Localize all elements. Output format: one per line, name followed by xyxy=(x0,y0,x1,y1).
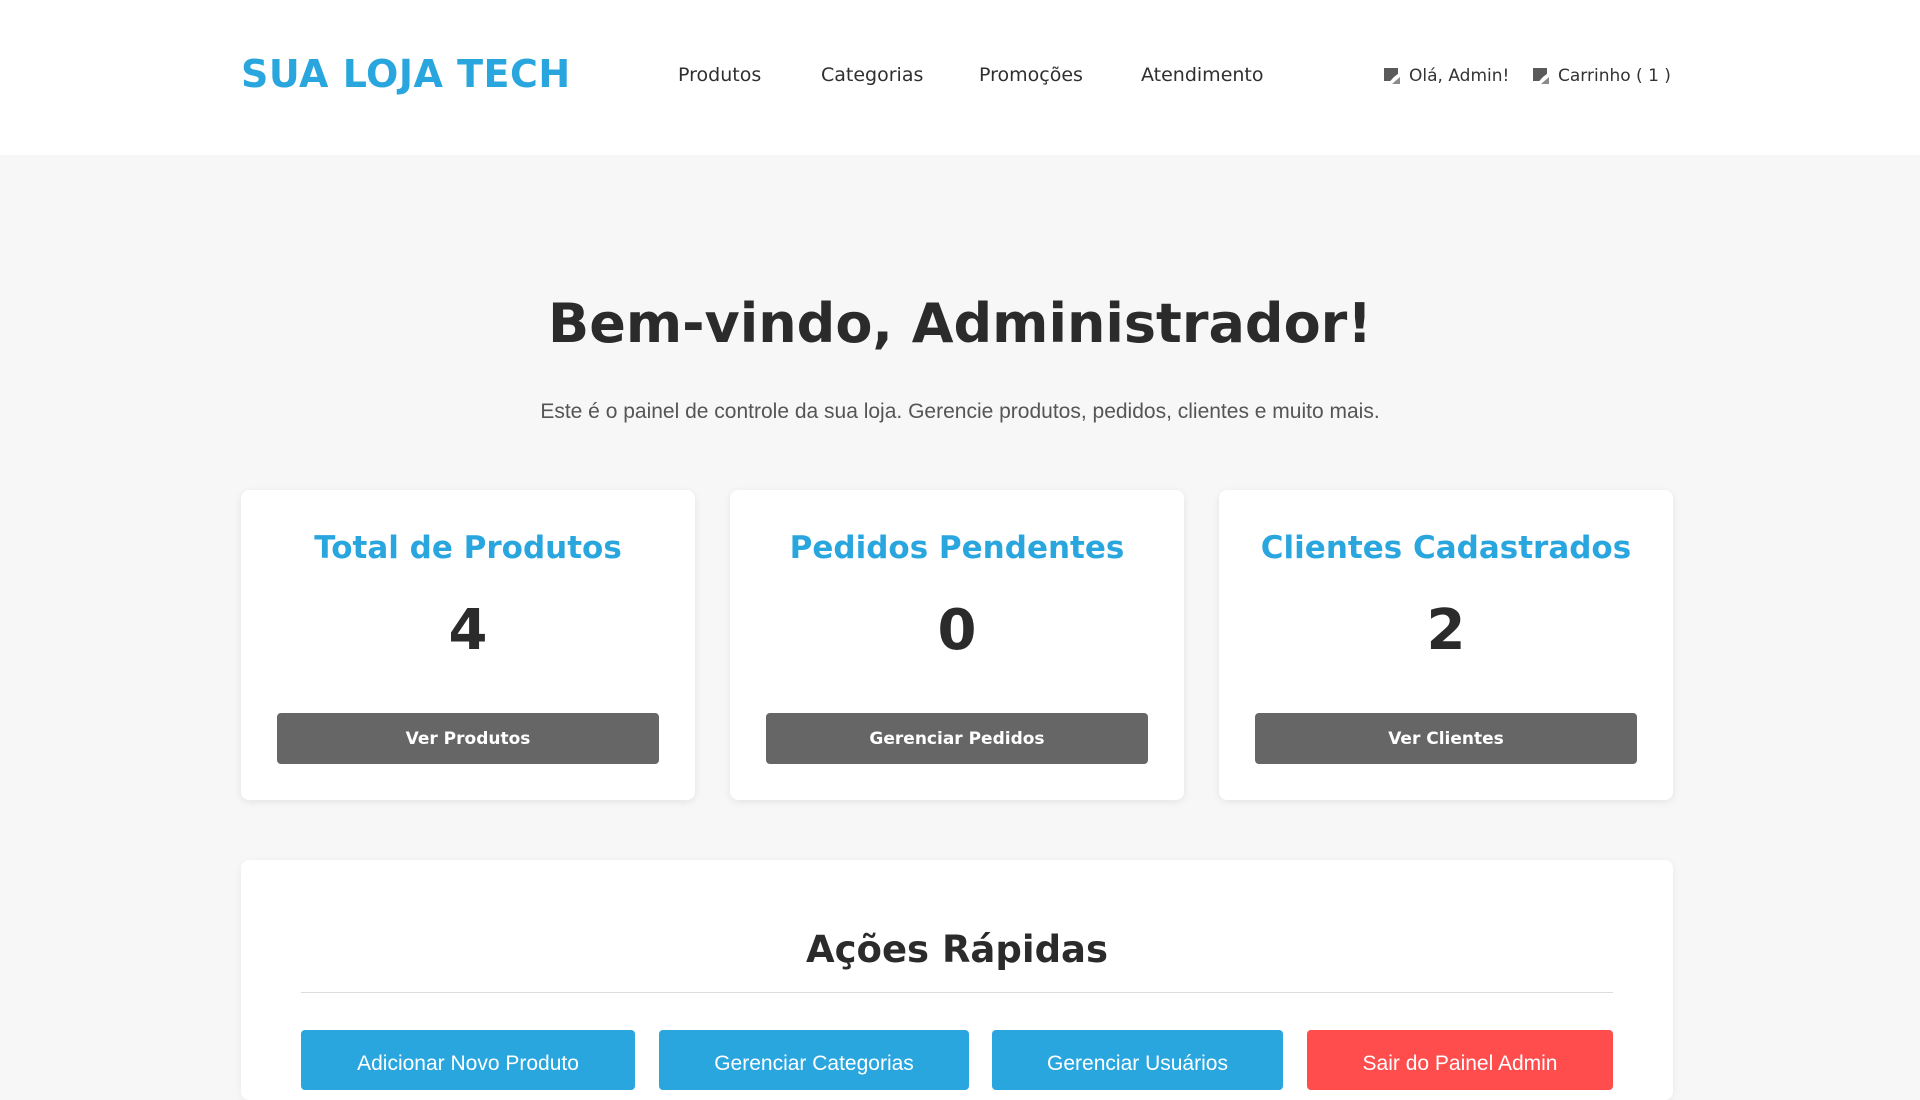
cart-label: Carrinho ( 1 ) xyxy=(1558,66,1671,86)
manage-users-button[interactable]: Gerenciar Usuários xyxy=(992,1030,1283,1090)
logout-admin-button[interactable]: Sair do Painel Admin xyxy=(1307,1030,1613,1090)
add-product-button[interactable]: Adicionar Novo Produto xyxy=(301,1030,635,1090)
quick-actions-panel: Ações Rápidas Adicionar Novo Produto Ger… xyxy=(241,860,1673,1100)
user-icon xyxy=(1383,67,1401,85)
gerenciar-pedidos-button[interactable]: Gerenciar Pedidos xyxy=(766,713,1148,764)
nav-item-produtos[interactable]: Produtos xyxy=(678,64,761,86)
stat-card-value: 2 xyxy=(1426,598,1466,663)
cart-link[interactable]: Carrinho ( 1 ) xyxy=(1532,66,1671,86)
stat-card-title: Pedidos Pendentes xyxy=(789,530,1125,566)
stat-card-pedidos: Pedidos Pendentes 0 Gerenciar Pedidos xyxy=(730,490,1184,800)
page-title: Bem-vindo, Administrador! xyxy=(548,292,1372,355)
user-greeting: Olá, Admin! xyxy=(1409,66,1510,86)
nav-item-categorias[interactable]: Categorias xyxy=(821,64,923,86)
user-account-link[interactable]: Olá, Admin! xyxy=(1383,66,1509,86)
ver-clientes-button[interactable]: Ver Clientes xyxy=(1255,713,1637,764)
stat-card-produtos: Total de Produtos 4 Ver Produtos xyxy=(241,490,695,800)
nav-item-atendimento[interactable]: Atendimento xyxy=(1141,64,1264,86)
stat-card-clientes: Clientes Cadastrados 2 Ver Clientes xyxy=(1219,490,1673,800)
manage-categories-button[interactable]: Gerenciar Categorias xyxy=(659,1030,969,1090)
stat-card-value: 0 xyxy=(937,598,977,663)
page-subtitle: Este é o painel de controle da sua loja.… xyxy=(540,400,1380,423)
nav-item-promocoes[interactable]: Promoções xyxy=(979,64,1083,86)
cart-icon xyxy=(1532,67,1550,85)
site-header: SUA LOJA TECH Produtos Categorias Promoç… xyxy=(0,0,1920,155)
divider xyxy=(301,992,1613,993)
ver-produtos-button[interactable]: Ver Produtos xyxy=(277,713,659,764)
store-logo[interactable]: SUA LOJA TECH xyxy=(241,52,571,96)
stat-card-value: 4 xyxy=(448,598,488,663)
stat-card-title: Total de Produtos xyxy=(314,530,622,566)
stat-card-title: Clientes Cadastrados xyxy=(1260,530,1632,566)
quick-actions-title: Ações Rápidas xyxy=(805,928,1109,971)
